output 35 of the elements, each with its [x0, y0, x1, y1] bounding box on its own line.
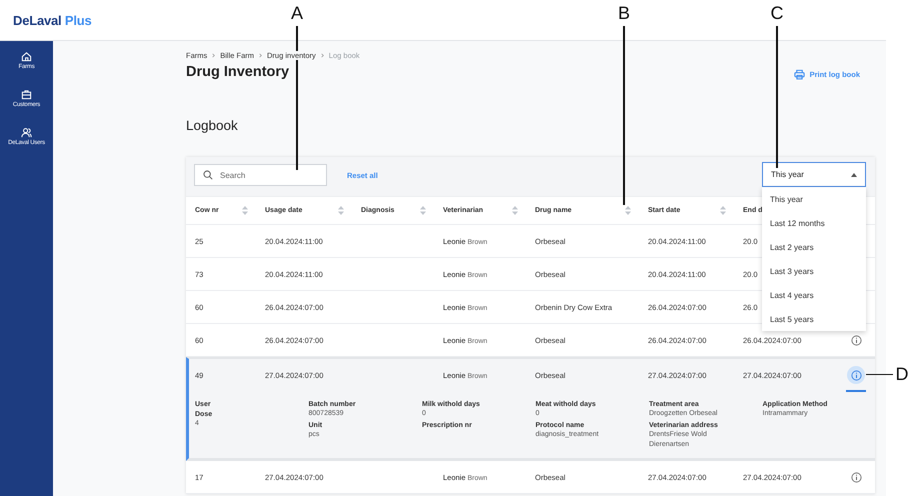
- sort-icon[interactable]: [625, 206, 631, 215]
- info-icon: [850, 334, 862, 346]
- chevron-icon: [211, 52, 216, 58]
- range-dropdown[interactable]: This year: [762, 162, 866, 187]
- dropdown-option[interactable]: Last 4 years: [762, 283, 866, 307]
- users-icon: [21, 127, 32, 138]
- briefcase-icon: [21, 89, 32, 100]
- chevron-icon: [258, 52, 264, 58]
- callout-label: C: [770, 3, 784, 23]
- chevron-icon: [320, 52, 325, 58]
- dropdown-option[interactable]: Last 5 years: [762, 307, 866, 331]
- dropdown-option[interactable]: Last 2 years: [762, 235, 866, 259]
- info-icon: [850, 472, 862, 482]
- logo: DeLaval Plus: [13, 12, 92, 28]
- section-title: Logbook: [186, 117, 239, 135]
- info-icon: [850, 370, 862, 380]
- page-title: Drug Inventory: [186, 63, 290, 81]
- callout-label: A: [291, 3, 303, 23]
- printer-icon: [794, 69, 805, 80]
- sort-icon[interactable]: [338, 206, 344, 215]
- callout-label: D: [896, 364, 908, 384]
- sort-icon[interactable]: [720, 206, 726, 215]
- caret-icon: [851, 172, 857, 176]
- sort-icon[interactable]: [420, 206, 426, 215]
- dropdown-option[interactable]: Last 3 years: [762, 259, 866, 283]
- dropdown-option[interactable]: Last 12 months: [762, 211, 866, 235]
- sort-icon[interactable]: [512, 206, 518, 215]
- leader-line: [866, 374, 893, 375]
- callout-label: B: [618, 3, 630, 23]
- search-field[interactable]: Search: [194, 164, 327, 186]
- sort-icon[interactable]: [242, 206, 248, 215]
- info-button[interactable]: [847, 366, 865, 384]
- dropdown-option[interactable]: This year: [762, 187, 866, 211]
- search-icon: [203, 170, 213, 180]
- home-icon: [21, 51, 32, 62]
